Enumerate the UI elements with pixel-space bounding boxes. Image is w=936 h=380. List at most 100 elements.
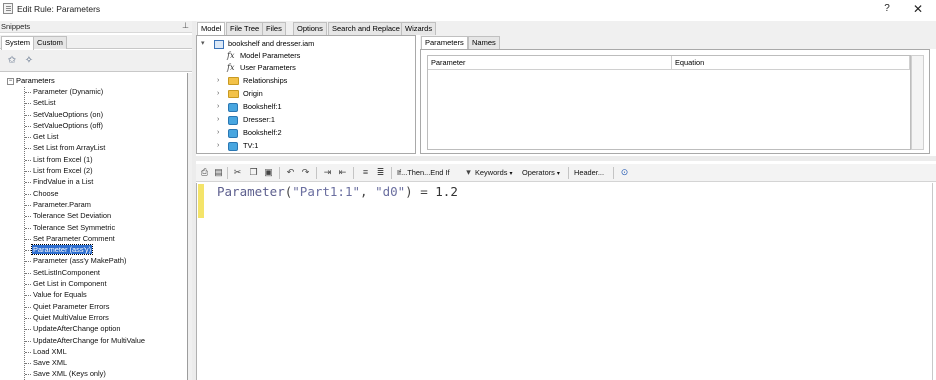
- code-comma: ,: [360, 184, 376, 199]
- snippets-panel-header: Snippets ⊥: [0, 21, 192, 33]
- column-header-parameter[interactable]: Parameter: [428, 56, 672, 70]
- code-string-arg: "Part1:1": [292, 184, 360, 199]
- snippet-item-label: SetListInComponent: [33, 267, 100, 277]
- part-icon: [228, 116, 238, 125]
- part-label: Bookshelf:1: [243, 102, 282, 111]
- snippet-item[interactable]: SetValueOptions (on): [24, 109, 186, 120]
- snippet-item[interactable]: Parameter.Param: [24, 199, 186, 210]
- chevron-right-icon[interactable]: ›: [217, 127, 219, 139]
- close-button[interactable]: ✕: [910, 2, 926, 16]
- snippet-item-label: SetValueOptions (off): [33, 120, 103, 130]
- header-button[interactable]: Header...: [574, 167, 604, 178]
- chevron-right-icon[interactable]: ›: [217, 75, 219, 87]
- tab-search-replace[interactable]: Search and Replace: [328, 22, 404, 35]
- collapse-all-icon[interactable]: ✩: [5, 54, 19, 68]
- chevron-down-icon[interactable]: ▾: [463, 167, 474, 178]
- snippet-item[interactable]: Parameter (Dynamic): [24, 86, 186, 97]
- pin-icon[interactable]: ⊥: [182, 21, 189, 30]
- snippet-item[interactable]: SetList: [24, 97, 186, 108]
- snippet-item[interactable]: Parameter (ass'y MakePath): [24, 255, 186, 266]
- snippet-item[interactable]: SetValueOptions (off): [24, 120, 186, 131]
- snippet-item-label: Save XML (Keys only): [33, 369, 106, 379]
- tab-parameters[interactable]: Parameters: [421, 36, 468, 49]
- tab-names[interactable]: Names: [468, 36, 500, 49]
- comment-icon[interactable]: ≡: [360, 167, 371, 178]
- tab-system[interactable]: System: [1, 36, 35, 50]
- origin-label: Origin: [243, 89, 263, 98]
- chevron-down-icon: ▾: [556, 171, 560, 177]
- function-icon: fx: [227, 51, 235, 60]
- snippet-item-label: SetValueOptions (on): [33, 109, 104, 119]
- keywords-label: Keywords: [475, 168, 508, 177]
- indent-icon[interactable]: ⇥: [322, 167, 333, 178]
- snippet-item[interactable]: Save XML (Keys only): [24, 368, 186, 379]
- redo-icon[interactable]: ↷: [300, 167, 311, 178]
- tab-custom[interactable]: Custom: [33, 36, 67, 49]
- snippet-item[interactable]: Save XML: [24, 357, 186, 368]
- expand-all-icon[interactable]: ✧: [22, 54, 36, 68]
- horizontal-splitter[interactable]: [193, 156, 936, 161]
- tab-wizards[interactable]: Wizards: [401, 22, 437, 35]
- title-bar: Edit Rule: Parameters ? ✕: [0, 0, 936, 18]
- chevron-right-icon[interactable]: ›: [217, 114, 219, 126]
- print-preview-icon[interactable]: ▤: [213, 167, 224, 178]
- toolbar-separator: [227, 167, 228, 179]
- snippet-item[interactable]: Tolerance Set Deviation: [24, 210, 186, 221]
- tree-root-parameters[interactable]: − Parameters: [7, 76, 55, 86]
- snippet-item[interactable]: Tolerance Set Symmetric: [24, 222, 186, 233]
- snippet-item[interactable]: Set List from ArrayList: [24, 142, 186, 153]
- tab-file-tree[interactable]: File Tree: [226, 22, 264, 35]
- snippet-item-label: Tolerance Set Deviation: [33, 211, 112, 221]
- change-marker: [198, 184, 204, 218]
- parameters-panel: Parameter Equation: [420, 49, 930, 154]
- chevron-right-icon[interactable]: ›: [217, 88, 219, 100]
- snippet-item[interactable]: Load XML: [24, 346, 186, 357]
- undo-icon[interactable]: ↶: [285, 167, 296, 178]
- keywords-dropdown[interactable]: Keywords ▾: [475, 167, 512, 180]
- snippet-item[interactable]: UpdateAfterChange for MultiValue: [24, 335, 186, 346]
- snippet-item[interactable]: Parameter (ass'y): [24, 244, 186, 256]
- uncomment-icon[interactable]: ≣: [375, 167, 386, 178]
- tab-files[interactable]: Files: [262, 22, 286, 35]
- chevron-down-icon[interactable]: ▾: [201, 38, 205, 50]
- snippet-item[interactable]: UpdateAfterChange option: [24, 323, 186, 334]
- print-icon[interactable]: ⎙: [199, 167, 210, 178]
- window-title: Edit Rule: Parameters: [17, 4, 101, 14]
- paste-icon[interactable]: ▣: [263, 167, 274, 178]
- chevron-right-icon[interactable]: ›: [217, 140, 219, 152]
- snippet-item[interactable]: Quiet MultiValue Errors: [24, 312, 186, 323]
- code-editor[interactable]: Parameter("Part1:1", "d0") = 1.2: [196, 183, 936, 380]
- snippet-item[interactable]: SetListInComponent: [24, 267, 186, 278]
- snippet-item[interactable]: FindValue in a List: [24, 176, 186, 187]
- part-label: Dresser:1: [243, 115, 276, 124]
- copy-icon[interactable]: ❐: [248, 167, 259, 178]
- snippet-item[interactable]: Set Parameter Comment: [24, 233, 186, 244]
- if-then-button[interactable]: If...Then...End If: [397, 167, 450, 178]
- column-header-equation[interactable]: Equation: [672, 56, 910, 70]
- chevron-right-icon[interactable]: ›: [217, 101, 219, 113]
- operators-dropdown[interactable]: Operators ▾: [522, 167, 560, 180]
- parameters-grid[interactable]: Parameter Equation: [427, 55, 911, 150]
- toolbar-separator: [279, 167, 280, 179]
- snippet-item[interactable]: List from Excel (2): [24, 165, 186, 176]
- chevron-down-icon: ▾: [509, 171, 513, 177]
- tab-options[interactable]: Options: [293, 22, 327, 35]
- model-root-label: bookshelf and dresser.iam: [228, 39, 315, 48]
- snippet-item[interactable]: Choose: [24, 188, 186, 199]
- snippet-item-label: Value for Equals: [33, 290, 87, 300]
- cut-icon[interactable]: ✂: [232, 167, 243, 178]
- model-parameters-label: Model Parameters: [240, 51, 301, 60]
- editor-toolbar: ⎙ ▤ ✂ ❐ ▣ ↶ ↷ ⇥ ⇤ ≡ ≣ If...Then...End If…: [196, 164, 936, 182]
- outdent-icon[interactable]: ⇤: [337, 167, 348, 178]
- help-circle-icon[interactable]: ⊙: [619, 167, 630, 178]
- snippet-item[interactable]: List from Excel (1): [24, 154, 186, 165]
- tab-model[interactable]: Model: [197, 22, 226, 35]
- help-button[interactable]: ?: [880, 2, 894, 16]
- snippet-item[interactable]: Quiet Parameter Errors: [24, 301, 186, 312]
- snippet-item[interactable]: Get List: [24, 131, 186, 142]
- snippet-item[interactable]: Value for Equals: [24, 289, 186, 300]
- code-line[interactable]: Parameter("Part1:1", "d0") = 1.2: [217, 184, 458, 200]
- parameters-scrollbar[interactable]: [911, 55, 924, 150]
- snippet-item[interactable]: Get List in Component: [24, 278, 186, 289]
- collapse-toggle-icon[interactable]: −: [7, 77, 14, 85]
